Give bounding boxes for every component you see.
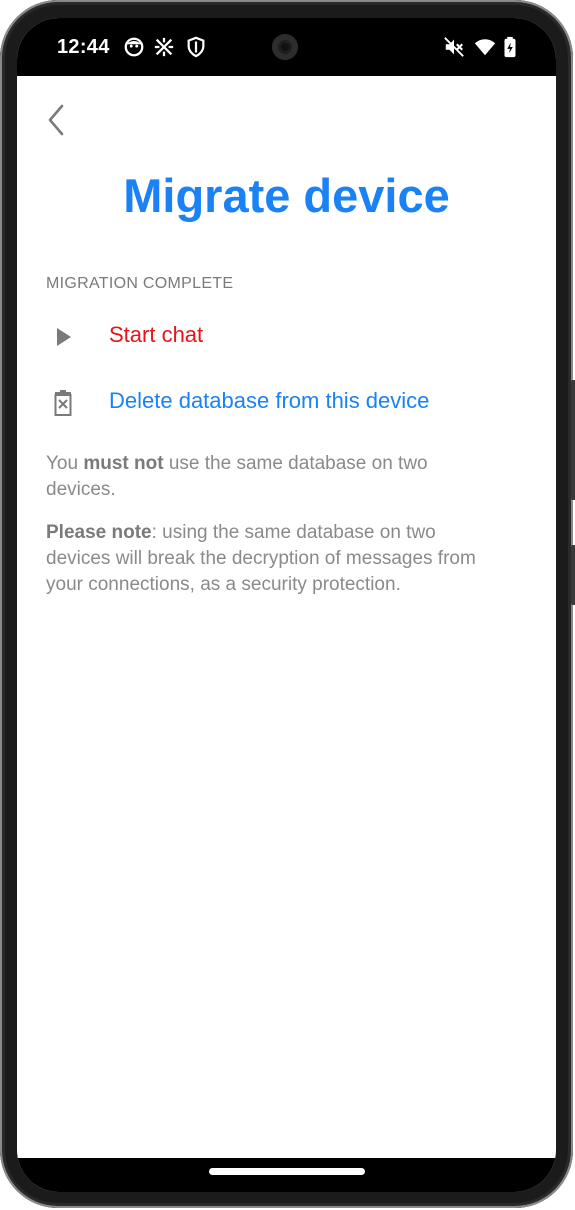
warning-text: You must not use the same database on tw… xyxy=(46,451,496,503)
camera-cutout xyxy=(272,34,298,60)
warning-text-pre: You xyxy=(46,453,84,474)
warning-text-bold: must not xyxy=(83,453,164,474)
start-chat-row[interactable]: Start chat xyxy=(17,307,556,363)
power-button xyxy=(571,545,575,605)
navigation-bar xyxy=(17,1158,556,1192)
battery-icon xyxy=(504,36,516,58)
delete-database-label: Delete database from this device xyxy=(109,388,430,413)
status-clock: 12:44 xyxy=(57,36,110,58)
note-text: Please note: using the same database on … xyxy=(46,520,496,598)
face-icon xyxy=(124,37,144,57)
mute-icon xyxy=(444,37,464,57)
section-header: MIGRATION COMPLETE xyxy=(46,275,234,292)
start-chat-label: Start chat xyxy=(109,322,204,347)
sync-icon xyxy=(154,37,174,57)
status-bar: 12:44 xyxy=(17,18,556,76)
page-title: Migrate device xyxy=(123,169,450,222)
back-chevron-icon[interactable] xyxy=(41,102,73,138)
wifi-icon xyxy=(474,39,496,56)
volume-button xyxy=(571,380,575,500)
home-indicator[interactable] xyxy=(209,1168,365,1175)
phone-frame: 12:44 Migrate device MIGRATION COMPLETE … xyxy=(0,0,575,1208)
screen: 12:44 Migrate device MIGRATION COMPLETE … xyxy=(17,18,556,1192)
delete-database-row[interactable]: Delete database from this device xyxy=(17,373,556,429)
delete-database-icon xyxy=(54,390,72,416)
vpn-shield-icon xyxy=(187,36,205,58)
note-text-bold: Please note xyxy=(46,522,152,543)
play-icon xyxy=(57,328,71,346)
